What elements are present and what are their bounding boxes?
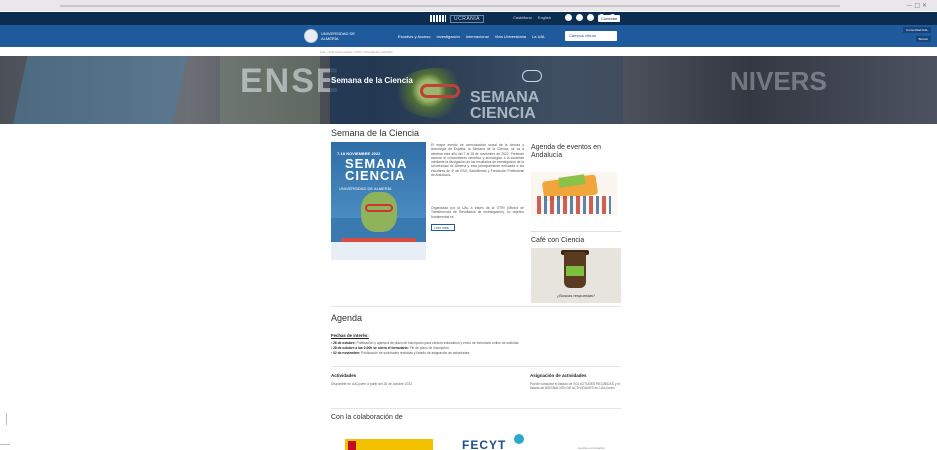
actividades-text: Disponible en UALjoven a partir del 26 d…: [331, 382, 413, 386]
spain-crest-icon: [348, 441, 356, 450]
poster-title: SEMANA CIENCIA: [345, 156, 408, 183]
intro-paragraph: El mayor evento de comunicación social d…: [431, 143, 524, 178]
hero-bg-word-left: ENSE: [240, 62, 341, 100]
nav-item-investigacion[interactable]: Investigación: [436, 34, 459, 39]
read-more-button[interactable]: Leer más: [431, 224, 455, 231]
search-button[interactable]: Buscar: [915, 36, 931, 42]
agenda-andalucia-banner[interactable]: [531, 172, 617, 216]
cafe-ciencia-banner[interactable]: ¿Buscas respuestas?: [531, 248, 621, 303]
poster-sponsors: [331, 242, 426, 260]
hero-semana-word: SEMANA CIENCIA: [470, 89, 540, 122]
fecyt-dot-icon: [514, 434, 524, 444]
flickr-icon[interactable]: [576, 14, 583, 21]
scroll-marker-dash: [0, 444, 10, 445]
main-navigation: UNIVERSIDAD DE ALMERÍA Estudios y Acceso…: [0, 25, 937, 47]
nav-item-vida[interactable]: Vida Universitaria: [495, 34, 526, 39]
asignacion-title: Asignación de actividades: [530, 373, 587, 378]
hero-bg-word-right: NIVERS: [730, 66, 827, 96]
page-title: Semana de la Ciencia: [331, 128, 420, 138]
poster-subtitle: UNIVERSIDAD DE ALMERÍA: [339, 186, 392, 191]
event-poster[interactable]: 7-18 NOVIEMBRE 2022 SEMANA CIENCIA UNIVER…: [331, 142, 426, 260]
university-seal-icon: [304, 29, 318, 43]
nav-right-buttons: Comunidad UAL Buscar: [902, 27, 931, 42]
banner-people-illustration: [537, 196, 611, 214]
cafe-ciencia-title[interactable]: Café con Ciencia: [531, 237, 584, 244]
scroll-marker: [6, 413, 7, 425]
lang-en-link[interactable]: English: [538, 15, 551, 20]
brand-label: UCRANIA: [450, 14, 485, 23]
top-brand[interactable]: UCRANIA: [430, 14, 485, 23]
instagram-icon[interactable]: [565, 14, 572, 21]
section-divider: [331, 306, 621, 307]
sidebar-divider: [531, 231, 621, 232]
actividades-title: Actividades: [331, 373, 357, 378]
hero-flag-left: [10, 56, 190, 124]
hero-badge-icon: [522, 70, 542, 82]
language-switcher: Castellano English: [513, 15, 551, 20]
poster-glasses-icon: [365, 204, 393, 212]
nav-item-la-ual[interactable]: La UAL: [532, 34, 545, 39]
intro-paragraph-2: Organizada por la UAL a través de la OTR…: [431, 206, 524, 219]
gobierno-espana-logo[interactable]: [345, 439, 433, 450]
hero-title: Semana de la Ciencia: [331, 76, 413, 85]
login-button[interactable]: Conectar: [598, 15, 621, 22]
fecyt-logo[interactable]: FECYT: [462, 434, 524, 450]
campus-virtual-button[interactable]: Campus virtual: [565, 31, 617, 41]
university-name: UNIVERSIDAD DE ALMERÍA: [321, 31, 356, 41]
hero-banner: ENSE NIVERS SEMANA CIENCIA Semana de la C…: [0, 56, 937, 124]
section-divider: [331, 408, 621, 409]
fechas-interes-label: Fechas de interés:: [331, 333, 369, 338]
nav-item-internacional[interactable]: Internacional: [466, 34, 489, 39]
brand-mark-icon: [430, 15, 446, 22]
lang-es-link[interactable]: Castellano: [513, 15, 532, 20]
fechas-list: 26 de octubre: Publicación y apertura de…: [331, 341, 631, 356]
university-logo[interactable]: UNIVERSIDAD DE ALMERÍA: [304, 29, 355, 43]
window-controls[interactable]: — □ ✕: [906, 2, 927, 9]
nav-item-estudios[interactable]: Estudios y Acceso: [398, 34, 430, 39]
poster-frog-icon: [361, 192, 397, 232]
comunidad-button[interactable]: Comunidad UAL: [902, 27, 931, 33]
twitter-icon[interactable]: [587, 14, 594, 21]
agenda-heading: Agenda: [331, 313, 363, 323]
agenda-andalucia-title[interactable]: Agenda de eventos en Andalucía: [531, 144, 621, 160]
ministerio-logo[interactable]: ciencia e innovación: [578, 446, 605, 450]
browser-chrome: — □ ✕: [0, 0, 937, 11]
fecyt-text: FECYT: [462, 438, 507, 450]
asignacion-text: Puede consultar el listado de SOLICITUDE…: [530, 382, 620, 391]
breadcrumb[interactable]: UAL › Vida Universitaria › OTRI › Divulg…: [320, 50, 393, 54]
utility-bar: UCRANIA Castellano English Conectar: [0, 12, 937, 25]
section-divider: [331, 366, 621, 367]
glasses-illustration: [420, 84, 460, 98]
page: — □ ✕ UCRANIA Castellano English Conecta…: [0, 0, 937, 450]
list-item: 02 de noviembre: Publicación de solicitu…: [331, 351, 631, 356]
address-line: [60, 5, 840, 7]
nav-menu: Estudios y Acceso Investigación Internac…: [398, 34, 545, 39]
colaboracion-heading: Con la colaboración de: [331, 414, 403, 421]
cup-label: [566, 266, 584, 276]
cafe-caption: ¿Buscas respuestas?: [556, 293, 596, 298]
